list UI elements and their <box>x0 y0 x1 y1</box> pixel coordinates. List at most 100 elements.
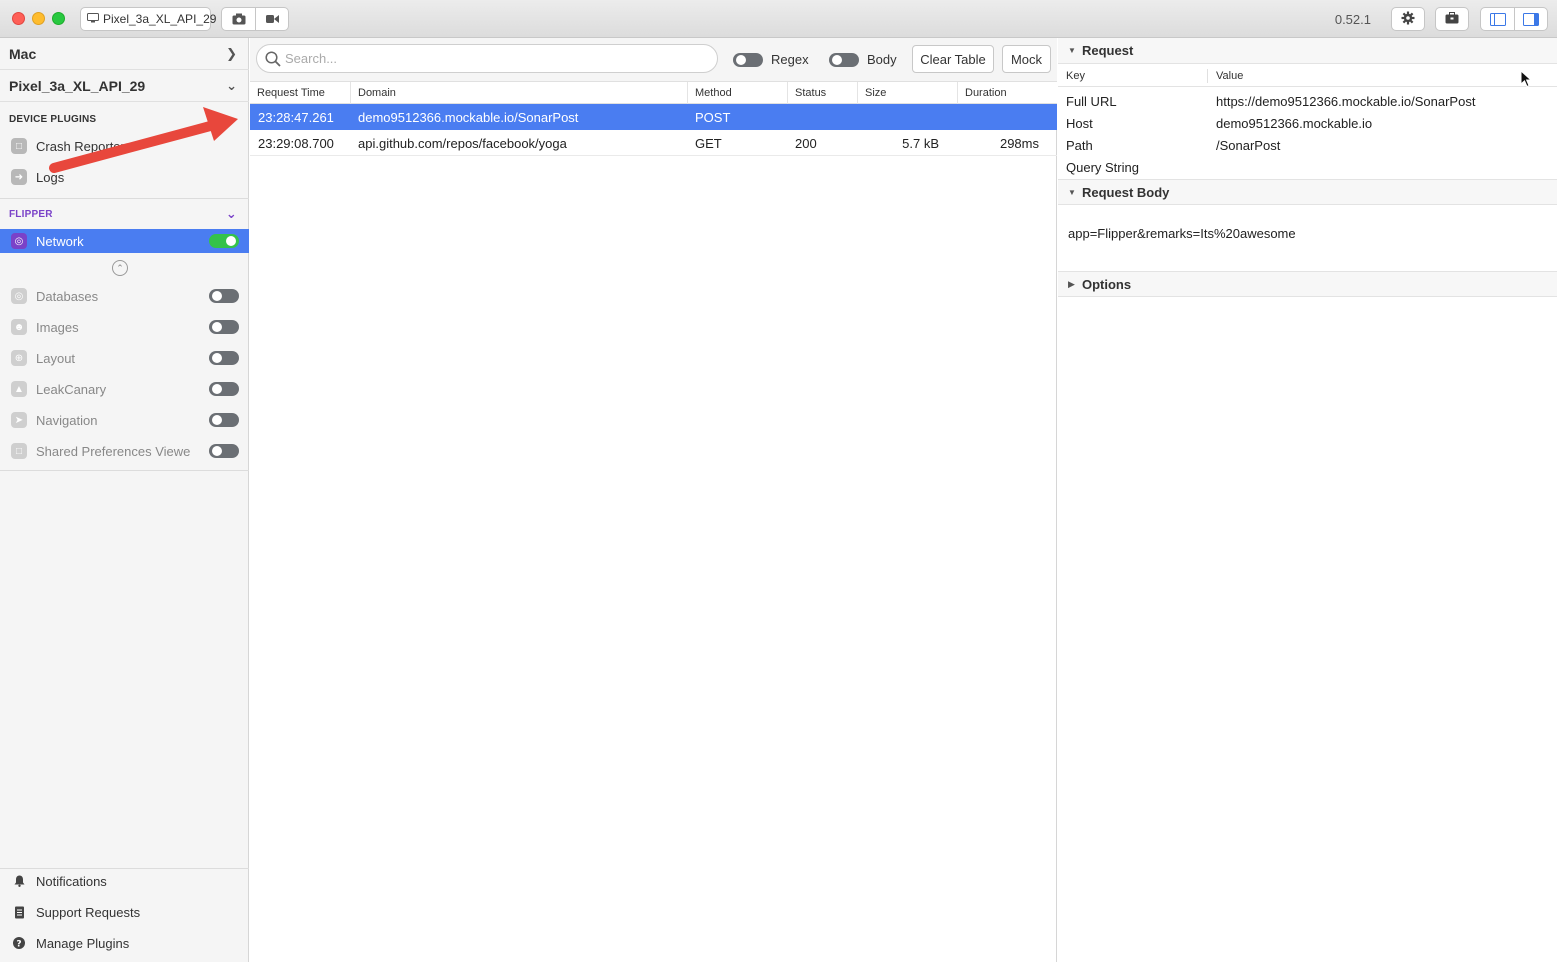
app-selector-device[interactable]: Pixel_3a_XL_API_29 ⌄ <box>0 70 249 102</box>
network-inspector: Regex Body Clear Table Mock Request Time… <box>250 38 1057 962</box>
app-name-device: Pixel_3a_XL_API_29 <box>9 77 146 94</box>
manage-plugins-link[interactable]: ? Manage Plugins <box>0 928 249 959</box>
column-header-request-time[interactable]: Request Time <box>250 82 350 104</box>
images-plugin-toggle[interactable] <box>209 320 239 334</box>
device-selector-label: Pixel_3a_XL_API_29 <box>103 12 217 26</box>
column-header-method[interactable]: Method <box>687 82 787 104</box>
record-video-icon[interactable] <box>255 8 288 30</box>
plugin-launcher-button[interactable] <box>1435 7 1469 31</box>
cell-duration <box>957 104 1057 130</box>
search-input[interactable] <box>285 51 705 66</box>
request-section-header[interactable]: ▼ Request <box>1058 38 1557 64</box>
body-toggle[interactable] <box>829 52 859 67</box>
cell-duration: 298ms <box>999 135 1039 151</box>
sidebar-item-databases[interactable]: ◎ Databases <box>0 281 249 311</box>
body-label: Body <box>867 52 897 67</box>
monitor-icon <box>87 12 99 26</box>
manage-plugins-label: Manage Plugins <box>36 936 130 951</box>
notifications-link[interactable]: Notifications <box>0 866 249 897</box>
column-header-size[interactable]: Size <box>857 82 957 104</box>
detail-row-query-string[interactable]: Query String <box>1058 156 1557 178</box>
sidebar-item-images[interactable]: ☻ Images <box>0 312 249 342</box>
triangle-down-icon: ▼ <box>1068 187 1076 197</box>
regex-toggle[interactable] <box>733 52 763 67</box>
sidebar-item-network[interactable]: ◎ Network <box>0 229 249 253</box>
detail-value: demo9512366.mockable.io <box>1216 116 1373 131</box>
triangle-down-icon: ▼ <box>1068 46 1076 55</box>
databases-plugin-toggle[interactable] <box>209 289 239 303</box>
zoom-window-button[interactable] <box>52 12 65 25</box>
sidebar-item-label: LeakCanary <box>36 381 107 397</box>
capture-button-group <box>221 7 289 31</box>
layout-plugin-toggle[interactable] <box>209 351 239 365</box>
cell-status <box>787 104 857 130</box>
close-window-button[interactable] <box>12 12 25 25</box>
search-box[interactable] <box>256 44 718 73</box>
minimize-window-button[interactable] <box>32 12 45 25</box>
detail-row-path[interactable]: Path /SonarPost <box>1058 134 1557 156</box>
sidebar-item-crash-reporter[interactable]: □ Crash Reporter <box>0 131 249 161</box>
app-version: 0.52.1 <box>1334 12 1371 27</box>
layout-icon: ⊕ <box>11 350 27 366</box>
options-section-header[interactable]: ▶ Options <box>1058 271 1557 297</box>
table-row[interactable]: 23:29:08.700 api.github.com/repos/facebo… <box>250 130 1057 156</box>
navigation-plugin-toggle[interactable] <box>209 413 239 427</box>
flipper-plugins-heading[interactable]: FLIPPER ⌄ <box>0 206 249 221</box>
request-body-section-header[interactable]: ▼ Request Body <box>1058 179 1557 205</box>
column-header-status[interactable]: Status <box>787 82 857 104</box>
screenshot-camera-icon[interactable] <box>222 8 255 30</box>
shared-preferences-icon: □ <box>11 443 27 459</box>
database-icon: ◎ <box>11 288 27 304</box>
cell-domain: demo9512366.mockable.io/SonarPost <box>358 109 579 125</box>
sidebar-item-label: Navigation <box>36 412 98 428</box>
globe-icon: ◎ <box>11 233 27 249</box>
cell-size <box>857 104 957 130</box>
leakcanary-plugin-toggle[interactable] <box>209 382 239 396</box>
regex-toggle-group[interactable]: Regex <box>733 52 809 67</box>
sidebar-item-shared-preferences[interactable]: □ Shared Preferences Viewe <box>0 436 249 466</box>
right-sidebar-toggle-icon[interactable] <box>1514 8 1547 30</box>
sidebar-item-navigation[interactable]: ➤ Navigation <box>0 405 249 435</box>
crash-reporter-icon: □ <box>11 138 27 154</box>
navigation-icon: ➤ <box>11 412 27 428</box>
app-name-mac: Mac <box>9 45 37 62</box>
cell-domain: api.github.com/repos/facebook/yoga <box>358 135 567 151</box>
cell-size: 5.7 kB <box>902 135 939 151</box>
search-icon <box>265 51 281 67</box>
table-row[interactable]: 23:28:47.261 demo9512366.mockable.io/Son… <box>250 104 1057 130</box>
regex-label: Regex <box>771 52 809 67</box>
sidebar-item-label: Network <box>36 233 84 249</box>
detail-value: /SonarPost <box>1216 138 1281 153</box>
detail-row-host[interactable]: Host demo9512366.mockable.io <box>1058 112 1557 134</box>
shared-preferences-plugin-toggle[interactable] <box>209 444 239 458</box>
collapse-disabled-plugins-icon[interactable]: ⌃ <box>112 260 128 276</box>
detail-key: Query String <box>1066 160 1139 175</box>
mock-button[interactable]: Mock <box>1002 45 1051 73</box>
cell-request-time: 23:28:47.261 <box>258 109 334 125</box>
sidebar-item-label: Databases <box>36 288 99 304</box>
settings-button[interactable] <box>1391 7 1425 31</box>
table-header: Request Time Domain Method Status Size D… <box>250 82 1057 104</box>
network-toolbar: Regex Body Clear Table Mock <box>250 38 1057 82</box>
column-header-domain[interactable]: Domain <box>350 82 687 104</box>
bell-icon <box>12 874 26 888</box>
detail-value: https://demo9512366.mockable.io/SonarPos… <box>1216 94 1476 109</box>
column-header-duration[interactable]: Duration <box>957 82 1057 104</box>
body-toggle-group[interactable]: Body <box>829 52 897 67</box>
sidebar-item-label: Images <box>36 319 79 335</box>
key-column-header: Key <box>1066 70 1085 82</box>
help-icon: ? <box>12 936 26 950</box>
device-selector-button[interactable]: Pixel_3a_XL_API_29 <box>80 7 216 31</box>
notifications-label: Notifications <box>36 874 107 889</box>
detail-row-full-url[interactable]: Full URL https://demo9512366.mockable.io… <box>1058 90 1557 112</box>
left-sidebar-toggle-icon[interactable] <box>1481 8 1514 30</box>
support-requests-link[interactable]: Support Requests <box>0 897 249 928</box>
cell-request-time: 23:29:08.700 <box>258 135 334 151</box>
detail-key: Full URL <box>1066 94 1117 109</box>
sidebar-item-leakcanary[interactable]: ▲ LeakCanary <box>0 374 249 404</box>
app-selector-mac[interactable]: Mac ❯ <box>0 38 249 70</box>
clear-table-button[interactable]: Clear Table <box>912 45 994 73</box>
sidebar-item-layout[interactable]: ⊕ Layout <box>0 343 249 373</box>
sidebar-item-logs[interactable]: ➜ Logs <box>0 162 249 192</box>
network-plugin-toggle[interactable] <box>209 234 239 248</box>
